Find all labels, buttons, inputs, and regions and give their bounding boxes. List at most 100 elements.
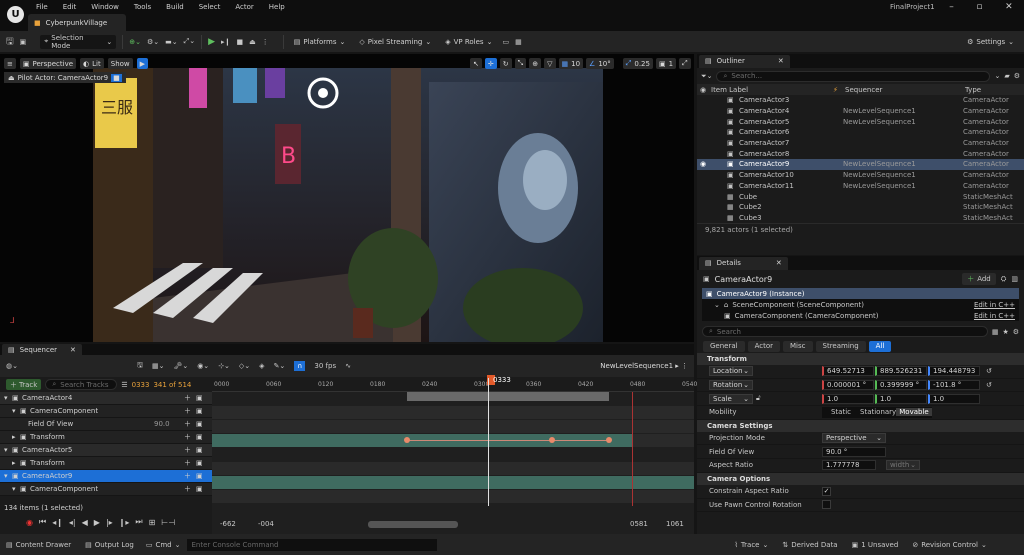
menu-tools[interactable]: Tools [134,3,151,11]
move-icon[interactable]: ✛ [484,58,497,69]
track-options-icon[interactable]: ▣ [196,394,212,402]
snap-icon[interactable]: ⊹⌄ [218,362,230,370]
jump-start-icon[interactable]: ⏮ [39,517,46,527]
save-icon[interactable]: 🖫 [6,34,14,50]
track-row[interactable]: ▾ ▣ CameraComponent ＋ ▣ [0,405,212,418]
outliner-row[interactable]: ▣ CameraActor6 CameraActor [697,127,1024,138]
outliner-row[interactable]: ▣ CameraActor5 NewLevelSequence1 CameraActo… [697,116,1024,127]
play-icon[interactable]: ▶ [94,518,100,527]
cinematics-icon[interactable]: ▬⌄ [165,38,177,46]
location-x[interactable]: 649.52713 [822,366,874,377]
select-icon[interactable]: ↖ [470,58,482,69]
jump-end-icon[interactable]: ⏭ [135,517,142,527]
track-lane[interactable] [212,448,694,461]
rotate-icon[interactable]: ↻ [499,58,512,69]
derived-data-button[interactable]: ⇅ Derived Data [782,541,837,549]
track-lane[interactable] [212,406,694,419]
eject-pilot-icon[interactable]: ⏏ [8,74,15,82]
menu-build[interactable]: Build [166,3,184,11]
close-icon[interactable]: ✕ [778,57,784,65]
more-icon[interactable]: ⋮ [262,38,269,46]
scale-x[interactable]: 1.0 [822,393,874,404]
layout-icon[interactable]: ▥ [1011,275,1018,283]
timeline-area[interactable]: 0000 0060 0120 0180 0240 0300 0360 0420 0480 0540… [212,375,697,534]
track-search-input[interactable]: ⌕ Search Tracks [45,379,118,390]
section-camera-settings[interactable]: Camera Settings [697,419,1024,432]
actor-name[interactable]: CameraActor9 [715,275,773,284]
close-icon[interactable]: ✕ [1005,2,1013,12]
blueprint-icon[interactable]: ⛭ [1001,275,1007,284]
reset-icon[interactable]: ↺ [986,367,992,375]
location-dropdown[interactable]: Location ⌄ [709,366,753,377]
constrain-checkbox[interactable]: ✓ [822,486,831,496]
filter-actor[interactable]: Actor [747,340,781,352]
maximize-viewport-icon[interactable]: ⤢ [679,58,691,69]
magnet-icon[interactable]: ∩ [294,361,306,371]
minimize-icon[interactable]: – [949,2,954,12]
fov-field[interactable]: 90.0 ° [822,446,886,457]
outliner-row[interactable]: ▦ Cube2 StaticMeshAct [697,202,1024,213]
world-icon[interactable]: ◍⌄ [6,362,18,370]
add-key-icon[interactable]: ＋ [184,484,196,494]
cmd-button[interactable]: ▭ Cmd ⌄ [146,541,181,549]
close-icon[interactable]: ✕ [70,346,76,354]
console-input[interactable]: Enter Console Command [186,538,437,551]
col-item-label[interactable]: Item Label [711,86,833,94]
col-type[interactable]: Type [965,86,981,94]
filter-streaming[interactable]: Streaming [815,340,866,352]
filter-all[interactable]: All [868,340,892,352]
rotation-snap-button[interactable]: ∠ 10° [586,58,614,69]
record-icon[interactable]: ◉ [26,518,33,527]
track-row[interactable]: ▾ ▣ CameraActor5 ＋ ▣ [0,444,212,457]
play-icon[interactable]: ▶ [208,37,215,47]
menu-edit[interactable]: Edit [63,3,77,11]
section-transform[interactable]: Transform [697,353,1024,365]
add-key-icon[interactable]: ＋ [184,393,196,403]
keyframe[interactable] [549,437,555,443]
track-options-icon[interactable]: ▣ [196,472,212,480]
viewport-menu-icon[interactable]: ≡ [4,58,16,69]
track-row[interactable]: Field Of View 90.0 ＋ ▣ [0,418,212,431]
outliner-row[interactable]: ◉ ▣ CameraActor9 NewLevelSequence1 CameraAct… [697,159,1024,170]
add-key-icon[interactable]: ＋ [184,445,196,455]
eye-icon[interactable]: ◉ [697,86,711,94]
range-end[interactable]: 1061 [666,520,684,528]
outliner-row[interactable]: ▣ CameraActor8 CameraActor [697,148,1024,159]
camera-icon[interactable]: ■ [111,73,122,82]
add-key-icon[interactable]: ＋ [184,471,196,481]
expand-icon[interactable]: ▾ [12,407,20,415]
menu-help[interactable]: Help [269,3,285,11]
range-out[interactable]: 0581 [630,520,648,528]
grid-icon[interactable]: ▦ [515,38,522,46]
track-lane[interactable] [212,490,694,503]
key-icon[interactable]: 🗝︎⌄ [173,362,188,370]
menu-file[interactable]: File [36,3,48,11]
outliner-tab[interactable]: ▤ Outliner ✕ [699,54,790,68]
scale-y[interactable]: 1.0 [875,393,927,404]
surface-snap-icon[interactable]: ▽ [544,58,556,69]
unsaved-button[interactable]: ▣ 1 Unsaved [852,541,899,549]
component-scene[interactable]: ⌄ ⌂ SceneComponent (SceneComponent) Edit in… [702,299,1019,310]
track-row[interactable]: ▸ ▣ Transform ＋ ▣ [0,431,212,444]
add-component-button[interactable]: ＋ Add [962,273,996,285]
menu-select[interactable]: Select [199,3,221,11]
pawn-checkbox[interactable] [822,500,831,510]
fps-dropdown[interactable]: 30 fps [314,362,336,370]
star-icon[interactable]: ★ [1002,328,1008,336]
expand-icon[interactable]: ▾ [4,472,12,480]
lit-button[interactable]: ◐ Lit [80,58,104,69]
platforms-button[interactable]: ▤ Platforms ⌄ [290,35,350,49]
curve-editor-icon[interactable]: ∿ [345,362,351,370]
track-options-icon[interactable]: ▣ [196,446,212,454]
scale-snap-button[interactable]: ⤢ 0.25 [622,58,653,69]
keyframe[interactable] [404,437,410,443]
track-value[interactable]: 90.0 [154,420,184,428]
maximize-icon[interactable]: ▫ [976,2,982,12]
edit-cpp-link[interactable]: Edit in C++ [974,301,1015,309]
pixel-streaming-button[interactable]: ◇ Pixel Streaming ⌄ [355,35,435,49]
chevron-down-icon[interactable]: ⌄ [994,72,1000,80]
settings-icon[interactable]: ⚙ [1013,328,1019,336]
track-options-icon[interactable]: ▣ [196,407,212,415]
transform-section[interactable] [212,476,694,489]
rotation-dropdown[interactable]: Rotation ⌄ [709,380,753,391]
